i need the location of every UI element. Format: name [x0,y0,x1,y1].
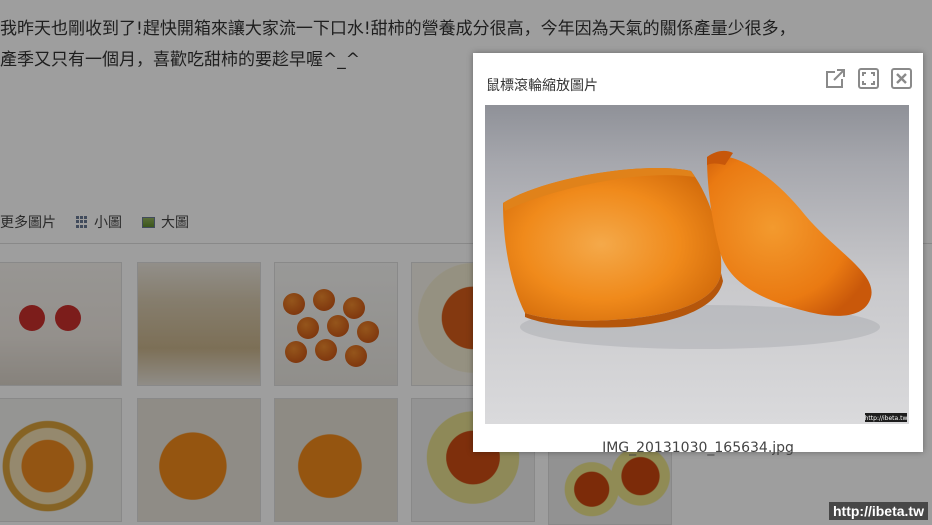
close-icon[interactable] [891,68,912,89]
image-filename: IMG_20131030_165634.jpg [602,440,794,456]
fullscreen-icon[interactable] [858,68,879,89]
photo-stamp: http://ibeta.tw [865,415,908,422]
lightbox-controls [825,68,912,89]
persimmon-photo[interactable]: http://ibeta.tw [485,105,909,424]
site-watermark: http://ibeta.tw [829,502,928,520]
external-link-icon[interactable] [825,68,846,89]
image-lightbox: 鼠標滾輪縮放圖片 http://ibeta.tw IMG_20131030_16… [473,53,923,456]
lightbox-title: 鼠標滾輪縮放圖片 [486,78,598,94]
persimmon-illustration: http://ibeta.tw [503,150,908,422]
